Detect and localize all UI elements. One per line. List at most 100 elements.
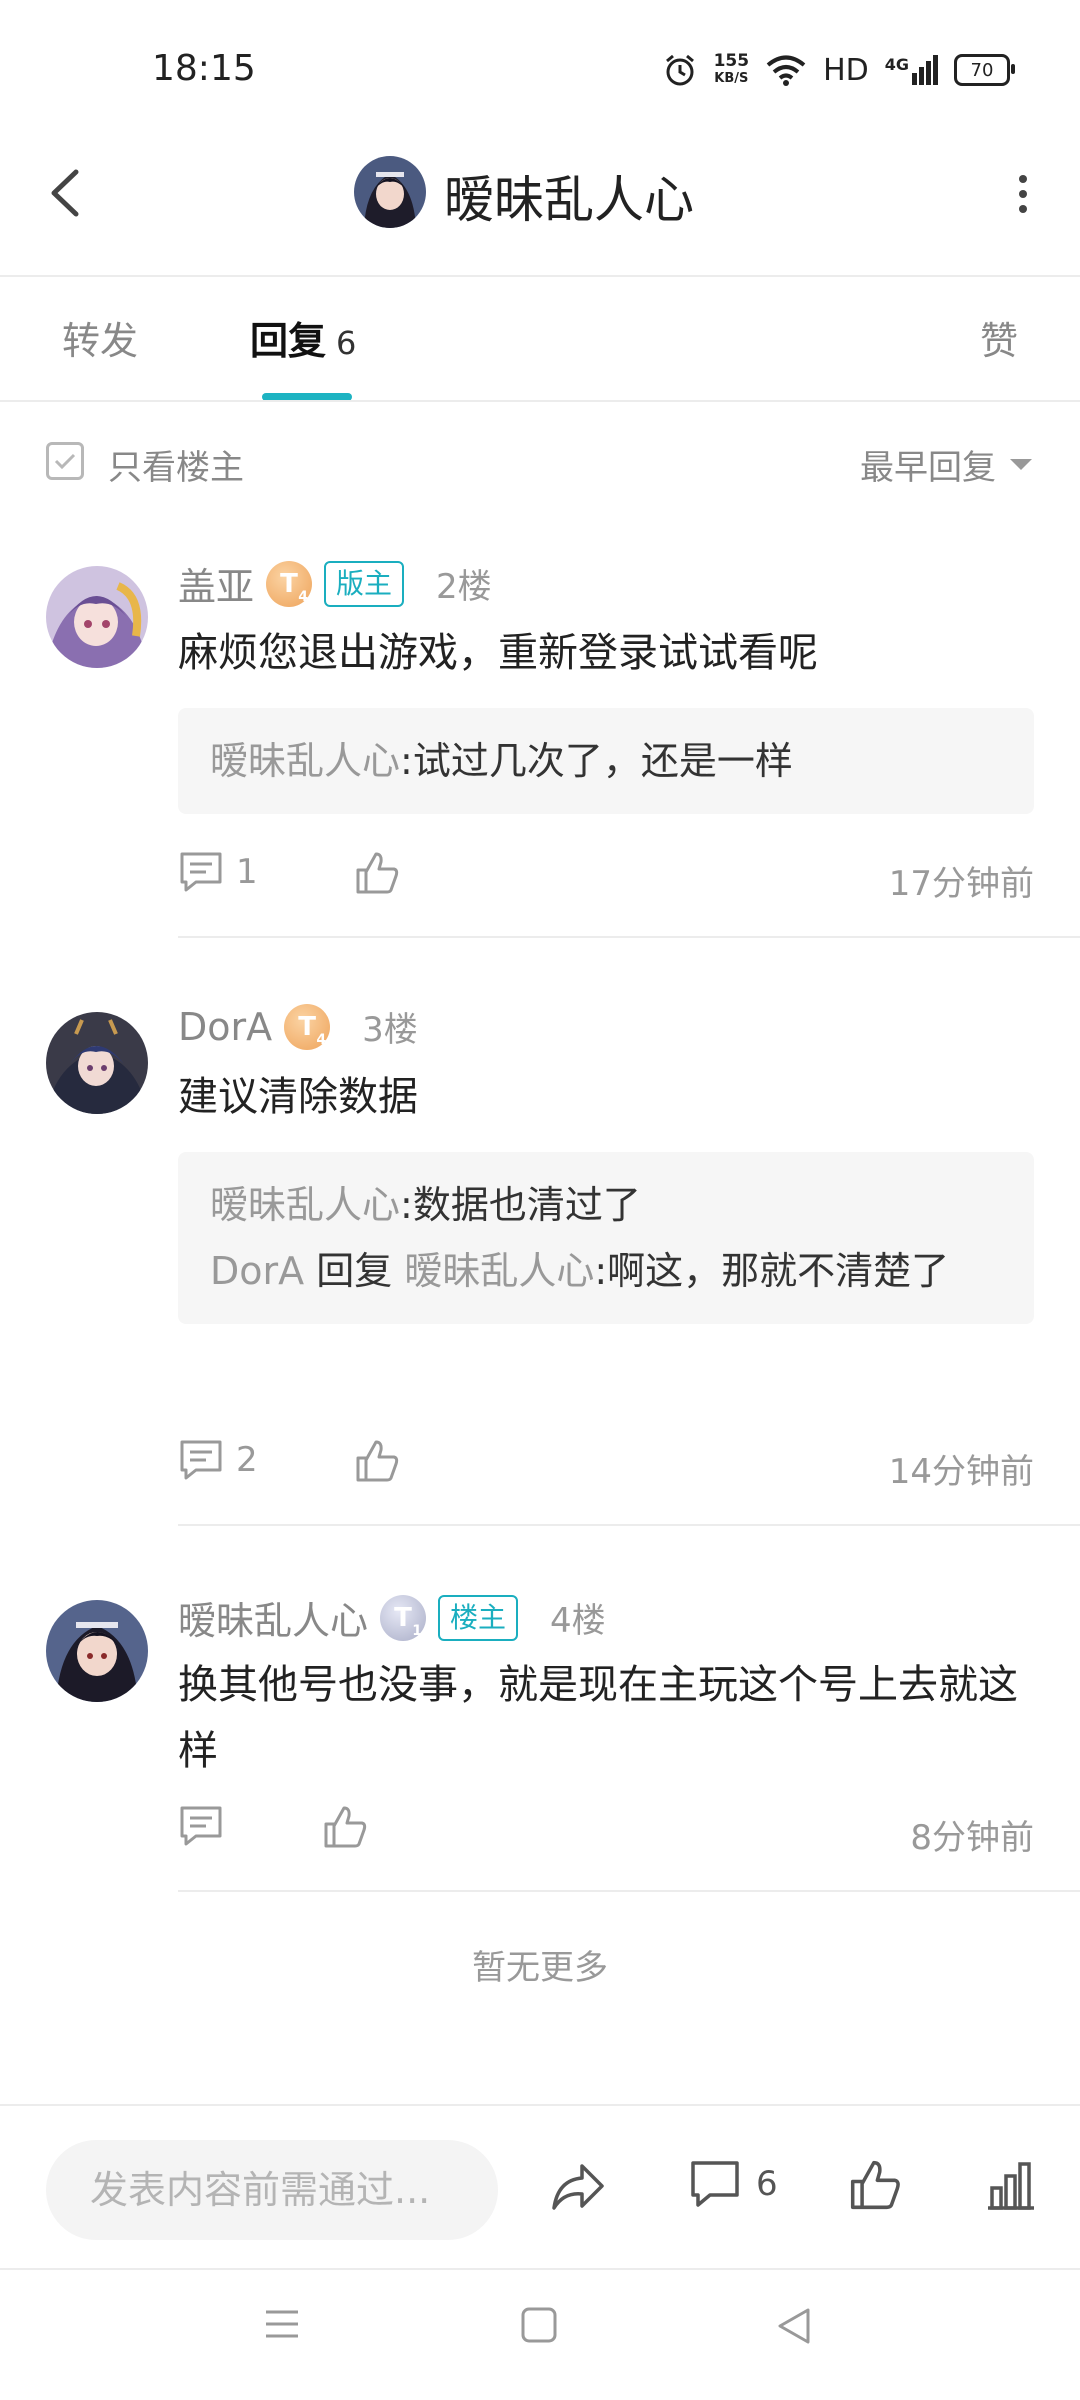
check-icon <box>54 453 76 470</box>
nav-back-button[interactable] <box>774 2306 814 2350</box>
level-letter: T <box>394 1602 412 1633</box>
sub-reply-box[interactable]: 暧昧乱人心:试过几次了，还是一样 <box>178 708 1034 814</box>
sub-reply-target[interactable]: 暧昧乱人心 <box>404 1249 594 1293</box>
page-title: 暧昧乱人心 <box>444 171 694 229</box>
share-button[interactable] <box>548 2158 608 2214</box>
more-options-button[interactable] <box>1016 174 1030 214</box>
net-speed: 155 KB/S <box>714 52 750 88</box>
reply-avatar[interactable] <box>46 1012 148 1114</box>
nav-menu-button[interactable] <box>262 2306 302 2346</box>
comment-button[interactable]: 2 <box>178 1438 258 1482</box>
avatar-image <box>46 1600 148 1702</box>
avatar-image <box>354 156 426 228</box>
square-icon <box>521 2307 557 2343</box>
comment-button[interactable] <box>178 1804 224 1848</box>
no-more-label: 暂无更多 <box>472 1948 608 1988</box>
comments-count: 6 <box>756 2164 778 2204</box>
reply-avatar[interactable] <box>46 1600 148 1702</box>
comment-icon <box>180 1806 222 1846</box>
back-button[interactable] <box>42 160 92 226</box>
level-letter: T <box>280 568 298 599</box>
reply-time: 14分钟前 <box>888 1452 1034 1492</box>
reply-meta: 盖亚 T4 版主 2楼 <box>178 556 492 611</box>
sub-reply-author[interactable]: DorA <box>210 1249 304 1293</box>
level-badge-icon: T4 <box>284 1003 331 1050</box>
bar-chart-icon <box>988 2162 1034 2210</box>
role-badge: 楼主 <box>438 1594 519 1641</box>
sub-reply-author[interactable]: 暧昧乱人心 <box>210 1183 400 1227</box>
tab-reply[interactable]: 回复 6 <box>250 310 356 365</box>
reply-username[interactable]: 暧昧乱人心 <box>178 1590 368 1645</box>
nav-home-button[interactable] <box>520 2306 558 2348</box>
signal-indicator: 4G <box>885 55 938 85</box>
level-number: 1 <box>412 1622 423 1639</box>
reply-username[interactable]: DorA <box>178 1005 272 1049</box>
header-avatar[interactable] <box>354 156 426 228</box>
reply-meta: 暧昧乱人心 T1 楼主 4楼 <box>178 1590 606 1645</box>
reply-username[interactable]: 盖亚 <box>178 556 254 611</box>
net-speed-value: 155 <box>713 51 750 71</box>
caret-down-icon <box>1010 459 1032 470</box>
comment-icon <box>691 2161 739 2207</box>
like-button[interactable] <box>354 850 400 896</box>
reply-divider <box>178 1524 1080 1526</box>
reply-content: 换其他号也没事，就是现在主玩这个号上去就这样 <box>178 1662 1018 1774</box>
reply-content: 建议清除数据 <box>178 1074 418 1120</box>
avatar-image <box>46 1012 148 1114</box>
reply-actions: 1 17分钟前 <box>178 850 1034 910</box>
menu-icon <box>266 2310 298 2338</box>
like-button[interactable] <box>322 1804 368 1850</box>
comment-count: 2 <box>236 1440 258 1480</box>
sub-reply-author[interactable]: 暧昧乱人心 <box>210 739 400 783</box>
hd-label: HD <box>823 52 869 88</box>
reply-content: 麻烦您退出游戏，重新登录试试看呢 <box>178 630 818 676</box>
nav-divider <box>0 2268 1080 2270</box>
alarm-icon <box>665 54 694 86</box>
stats-button[interactable] <box>984 2158 1038 2212</box>
sort-label: 最早回复 <box>860 448 996 488</box>
floor-number: 2楼 <box>436 567 492 607</box>
sub-reply-text: :数据也清过了 <box>400 1183 641 1227</box>
chevron-left-icon <box>51 169 79 217</box>
sub-reply: 暧昧乱人心:数据也清过了 <box>210 1172 1002 1238</box>
comment-icon <box>180 852 222 892</box>
tab-reply-count: 6 <box>336 324 357 362</box>
floor-number: 3楼 <box>362 1010 418 1050</box>
only-op-label[interactable]: 只看楼主 <box>108 440 244 489</box>
signal-bars-icon <box>912 55 938 85</box>
thumbs-up-icon <box>850 2160 900 2210</box>
sub-reply: 暧昧乱人心:试过几次了，还是一样 <box>210 728 1002 794</box>
thumbs-up-icon <box>356 1440 399 1482</box>
like-button[interactable] <box>354 1438 400 1484</box>
reply-actions: 8分钟前 <box>178 1804 1034 1864</box>
like-post-button[interactable] <box>848 2158 902 2212</box>
comment-count: 1 <box>236 852 258 892</box>
reply-divider <box>178 1890 1080 1892</box>
only-op-checkbox[interactable] <box>46 442 84 480</box>
sub-reply-box[interactable]: 暧昧乱人心:数据也清过了 DorA 回复 暧昧乱人心:啊这，那就不清楚了 <box>178 1152 1034 1324</box>
reply-actions: 2 14分钟前 <box>178 1438 1034 1498</box>
level-letter: T <box>298 1011 317 1042</box>
tab-reply-label: 回复 <box>250 319 327 363</box>
status-time: 18:15 <box>152 48 256 89</box>
sub-reply-text: :试过几次了，还是一样 <box>400 739 793 783</box>
comments-button[interactable]: 6 <box>688 2158 778 2210</box>
sort-dropdown[interactable]: 最早回复 <box>860 440 1032 489</box>
sub-reply: DorA 回复 暧昧乱人心:啊这，那就不清楚了 <box>210 1238 1002 1304</box>
sub-reply-reply-word: 回复 <box>316 1249 393 1293</box>
thumbs-up-icon <box>356 852 399 894</box>
reply-time: 17分钟前 <box>888 864 1034 904</box>
level-badge-icon: T4 <box>266 560 313 607</box>
share-arrow-icon <box>552 2164 604 2210</box>
reply-avatar[interactable] <box>46 566 148 668</box>
avatar-image <box>46 566 148 668</box>
tab-like[interactable]: 赞 <box>980 310 1018 365</box>
reply-input[interactable] <box>46 2140 498 2240</box>
floor-number: 4楼 <box>550 1601 606 1641</box>
signal-label: 4G <box>884 55 909 74</box>
reply-time: 8分钟前 <box>910 1818 1034 1858</box>
reply-meta: DorA T4 3楼 <box>178 1002 418 1051</box>
tab-forward[interactable]: 转发 <box>62 310 138 365</box>
comment-button[interactable]: 1 <box>178 850 258 894</box>
triangle-back-icon <box>778 2308 810 2344</box>
